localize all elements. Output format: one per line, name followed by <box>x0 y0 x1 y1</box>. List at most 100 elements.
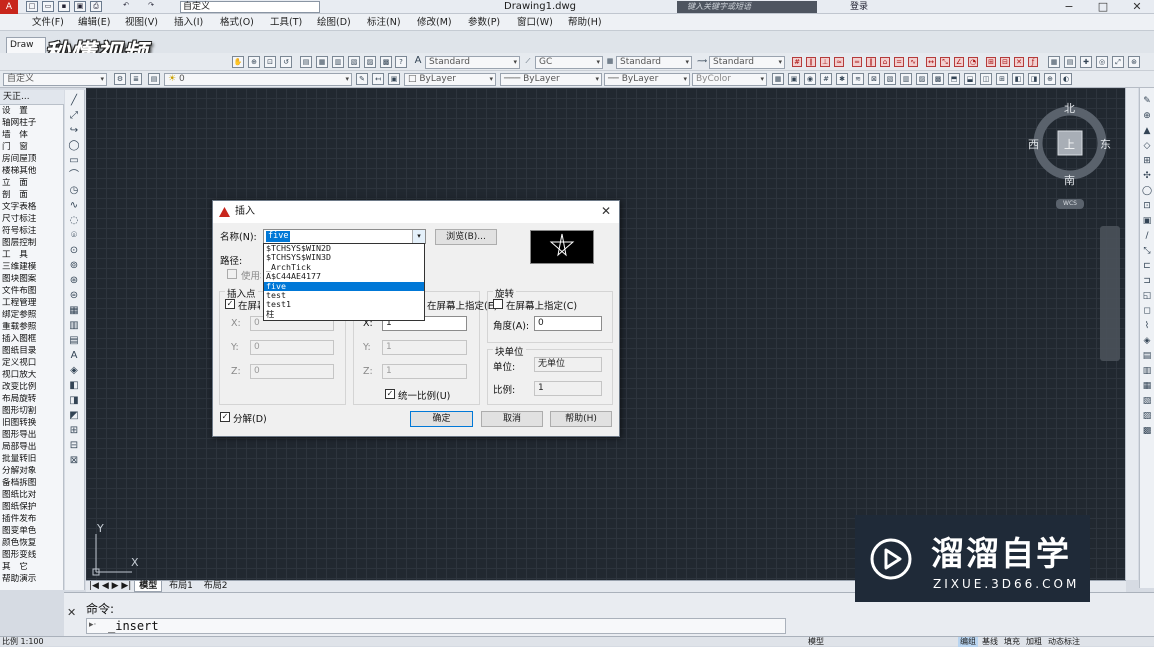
modify-tool-icon[interactable]: ▦ <box>1141 381 1153 393</box>
draw-tool-icon[interactable]: ◩ <box>68 411 80 423</box>
calculator-icon[interactable]: ▩ <box>380 56 392 68</box>
tarch-menu-item[interactable]: 三维建模 <box>2 262 64 273</box>
application-menu-button[interactable]: A <box>0 0 18 14</box>
workspace-combo[interactable]: 自定义 <box>180 1 320 13</box>
draw-tool-icon[interactable]: ◨ <box>68 396 80 408</box>
angular-dim-icon[interactable]: ∠ <box>954 57 964 67</box>
dropdown-option[interactable]: 柱 <box>264 310 424 319</box>
tool-icon-12[interactable]: ⬒ <box>948 73 960 85</box>
menu-tools[interactable]: 工具(T) <box>270 14 302 31</box>
radial-dim-icon[interactable]: ◔ <box>968 57 978 67</box>
tarch-menu-item[interactable]: 布局旋转 <box>2 394 64 405</box>
zoom-window-icon[interactable]: ⊡ <box>264 56 276 68</box>
tool-icon-15[interactable]: ⊞ <box>996 73 1008 85</box>
menu-dimension[interactable]: 标注(N) <box>367 14 401 31</box>
tool-icon-10[interactable]: ▨ <box>916 73 928 85</box>
login-link[interactable]: 登录 <box>850 0 868 14</box>
draw-tool-icon[interactable]: ⤢ <box>68 111 80 123</box>
modify-tool-icon[interactable]: ⊏ <box>1141 261 1153 273</box>
parallel-icon[interactable]: ∥ <box>806 57 816 67</box>
tarch-menu-item[interactable]: 重载参照 <box>2 322 64 333</box>
draw-tool-icon[interactable]: ⌾ <box>68 231 80 243</box>
vertical-icon[interactable]: ‖ <box>866 57 876 67</box>
draw-tool-icon[interactable]: ▤ <box>68 336 80 348</box>
tarch-menu-item[interactable]: 图纸保护 <box>2 502 64 513</box>
scale-z-field[interactable]: 1 <box>382 364 467 379</box>
tool-icon-6[interactable]: ≋ <box>852 73 864 85</box>
help-button[interactable]: 帮助(H) <box>550 411 612 427</box>
color-combo[interactable]: □ ByLayer ▾ <box>404 73 496 86</box>
modify-tool-icon[interactable]: ⊡ <box>1141 201 1153 213</box>
tarch-menu-item[interactable]: 定义视口 <box>2 358 64 369</box>
draw-tool-icon[interactable]: ▦ <box>68 306 80 318</box>
open-icon[interactable]: ▭ <box>42 1 54 12</box>
draw-tool-icon[interactable]: ◧ <box>68 381 80 393</box>
wcs-menu[interactable]: WCS <box>1056 199 1084 209</box>
workspace-select[interactable]: 自定义 ▾ <box>3 73 107 86</box>
make-current-icon[interactable]: ✎ <box>356 73 368 85</box>
modify-tool-icon[interactable]: ✎ <box>1141 96 1153 108</box>
modify-tool-icon[interactable]: ✣ <box>1141 171 1153 183</box>
tarch-menu-item[interactable]: 剖 面 <box>2 190 64 201</box>
workspace-settings-icon[interactable]: ⚙ <box>114 73 126 85</box>
menu-view[interactable]: 视图(V) <box>125 14 158 31</box>
pan-icon[interactable]: ✋ <box>232 56 244 68</box>
dropdown-option[interactable]: test <box>264 291 424 300</box>
tool-icon-19[interactable]: ◐ <box>1060 73 1072 85</box>
menu-help[interactable]: 帮助(H) <box>568 14 602 31</box>
draw-tool-icon[interactable]: ∿ <box>68 201 80 213</box>
modify-tool-icon[interactable]: ◻ <box>1141 306 1153 318</box>
orbit-icon[interactable]: ◎ <box>1096 56 1108 68</box>
tarch-menu-item[interactable]: 图形切割 <box>2 406 64 417</box>
draw-tool-icon[interactable]: ⊠ <box>68 456 80 468</box>
menu-modify[interactable]: 修改(M) <box>417 14 452 31</box>
tarch-menu-item[interactable]: 立 面 <box>2 178 64 189</box>
layer-combo[interactable]: ☀ 0 ▾ <box>164 73 352 86</box>
modify-tool-icon[interactable]: ⊕ <box>1141 111 1153 123</box>
tarch-menu-item[interactable]: 图形导出 <box>2 430 64 441</box>
linetype-combo[interactable]: ─── ByLayer ▾ <box>500 73 602 86</box>
tangent-icon[interactable]: # <box>792 57 802 67</box>
modify-tool-icon[interactable]: ▧ <box>1141 396 1153 408</box>
tool-icon-3[interactable]: ◉ <box>804 73 816 85</box>
draw-tool-icon[interactable]: ⊙ <box>68 246 80 258</box>
lineweight-combo[interactable]: ── ByLayer ▾ <box>604 73 690 86</box>
tool-icon-7[interactable]: ⊠ <box>868 73 880 85</box>
close-window-button[interactable]: ✕ <box>1120 0 1154 14</box>
zoom-realtime-icon[interactable]: ⊕ <box>248 56 260 68</box>
help-icon[interactable]: ? <box>395 56 407 68</box>
coincident-icon[interactable]: ⊥ <box>820 57 830 67</box>
draw-tool-icon[interactable]: ▭ <box>68 156 80 168</box>
tarch-menu-item[interactable]: 图纸比对 <box>2 490 64 501</box>
undo-icon[interactable]: ↶ <box>120 1 132 12</box>
hide-constraints-icon[interactable]: ⊟ <box>1000 57 1010 67</box>
tarch-menu-item[interactable]: 房间屋顶 <box>2 154 64 165</box>
menu-draw[interactable]: 绘图(D) <box>317 14 351 31</box>
properties-icon[interactable]: ▤ <box>300 56 312 68</box>
tool-icon-5[interactable]: ✱ <box>836 73 848 85</box>
draw-tool-icon[interactable]: ◷ <box>68 186 80 198</box>
sheet-set-icon[interactable]: ▧ <box>348 56 360 68</box>
new-icon[interactable]: □ <box>26 1 38 12</box>
draw-tool-icon[interactable]: ⌒ <box>68 171 80 183</box>
snap-icon[interactable]: ✚ <box>1080 56 1092 68</box>
dialog-title-bar[interactable]: 插入 <box>213 201 619 223</box>
aligned-dim-icon[interactable]: ⤡ <box>940 57 950 67</box>
modify-tool-icon[interactable]: ⤡ <box>1141 246 1153 258</box>
print-icon[interactable]: ⎙ <box>90 1 102 12</box>
tarch-menu-item[interactable]: 其 它 <box>2 562 64 573</box>
geo-checkbox[interactable] <box>227 269 237 279</box>
draw-tool-icon[interactable]: ▥ <box>68 321 80 333</box>
close-icon[interactable]: ✕ <box>599 204 613 218</box>
design-center-icon[interactable]: ▦ <box>316 56 328 68</box>
redo-icon[interactable]: ↷ <box>145 1 157 12</box>
layer-previous-icon[interactable]: ↤ <box>372 73 384 85</box>
modify-tool-icon[interactable]: ▲ <box>1141 126 1153 138</box>
command-input[interactable] <box>86 618 786 634</box>
draw-tool-icon[interactable]: ⊜ <box>68 291 80 303</box>
save-icon[interactable]: ▪ <box>58 1 70 12</box>
modify-tool-icon[interactable]: ▩ <box>1141 426 1153 438</box>
layer-state-icon[interactable]: ▤ <box>148 73 160 85</box>
modify-tool-icon[interactable]: ▣ <box>1141 216 1153 228</box>
viewcube-top-face[interactable]: 上 <box>1064 136 1075 152</box>
